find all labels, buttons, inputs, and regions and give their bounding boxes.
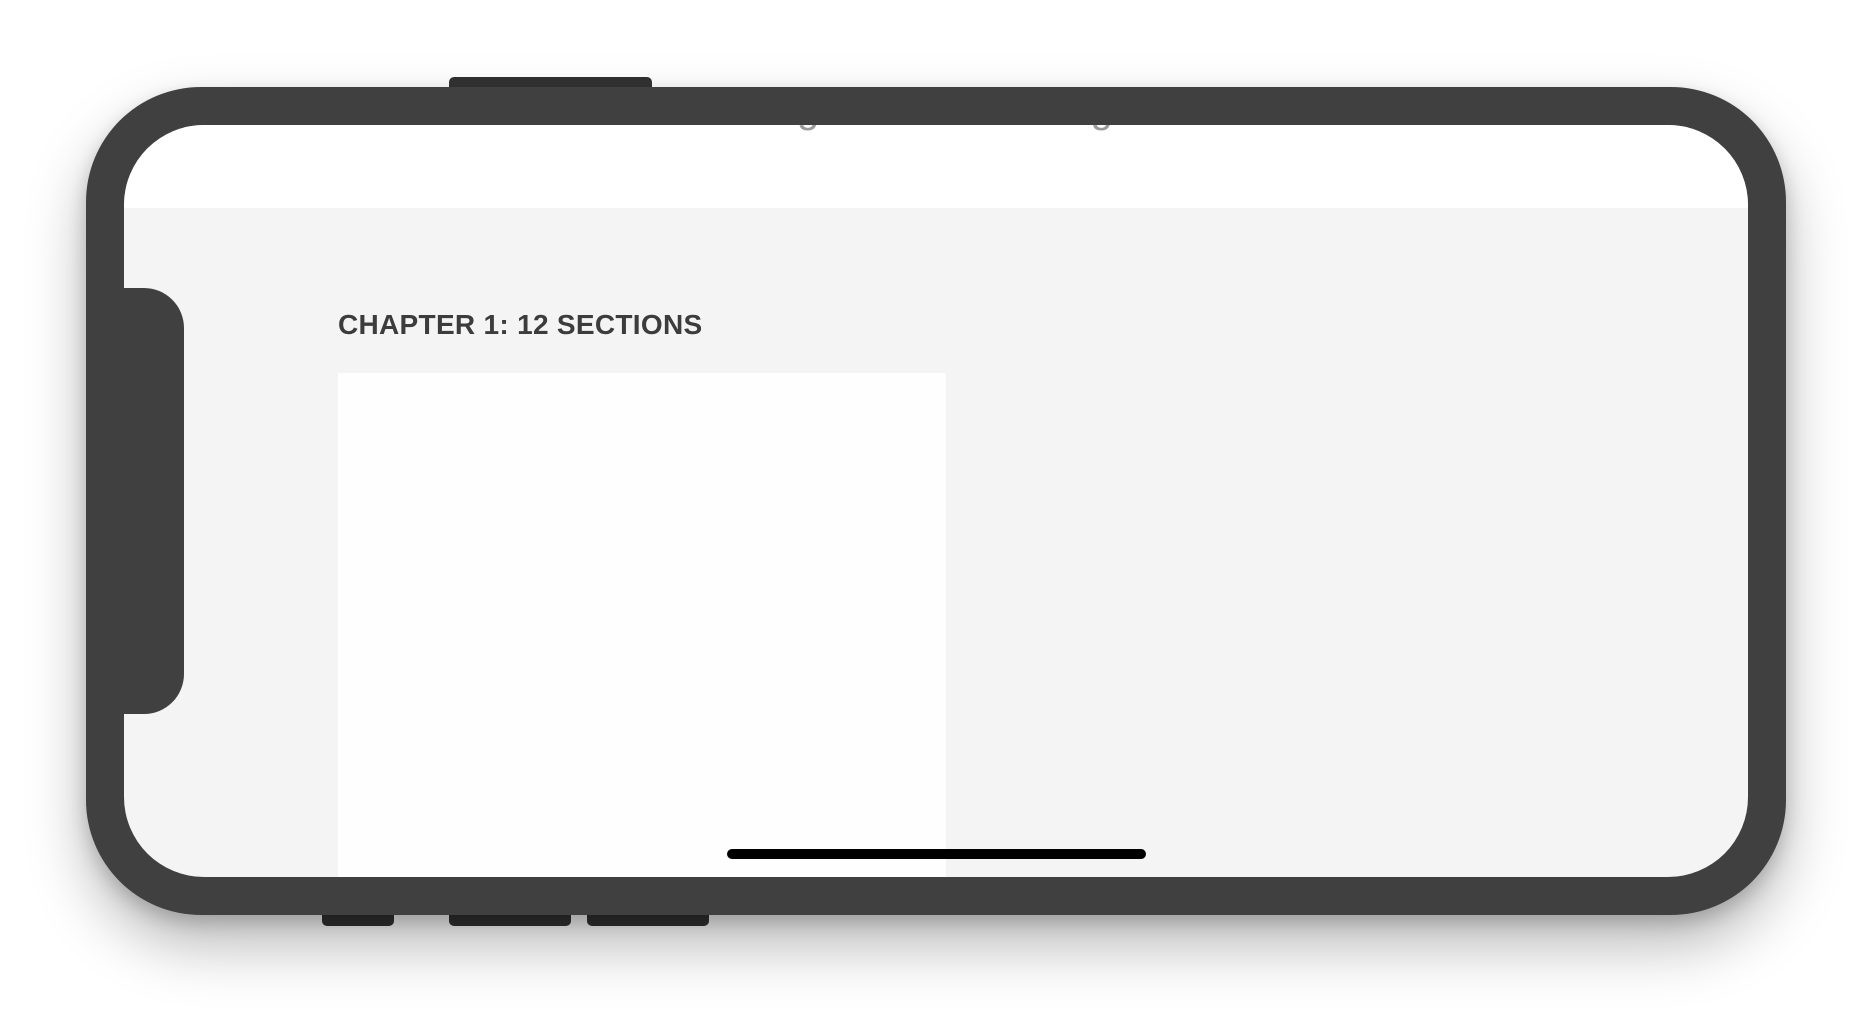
section-card[interactable] [338, 373, 946, 877]
device-stage: For beginners and designers CHAPTER 1: 1… [0, 0, 1872, 1034]
phone-screen[interactable]: For beginners and designers CHAPTER 1: 1… [124, 125, 1748, 877]
phone-frame: For beginners and designers CHAPTER 1: 1… [86, 87, 1786, 915]
header-subtitle: For beginners and designers [124, 125, 1748, 133]
home-indicator[interactable] [727, 849, 1146, 859]
header-area: For beginners and designers [124, 125, 1748, 208]
chapter-heading: CHAPTER 1: 12 SECTIONS [338, 309, 703, 340]
sensor-notch [124, 288, 184, 714]
